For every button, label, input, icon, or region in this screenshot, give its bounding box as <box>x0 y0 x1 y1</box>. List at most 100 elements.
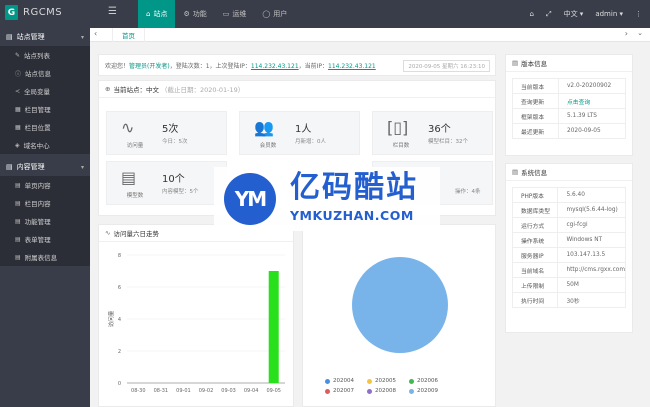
version-info-title: 版本信息 <box>521 60 548 68</box>
tab-forward-button[interactable]: › <box>625 29 628 38</box>
info-key: 上传限制 <box>511 277 559 293</box>
sidebar-item-icon: ≺ <box>15 87 21 95</box>
app-logo[interactable]: G RGCMS <box>5 5 62 20</box>
topnav-label: 运维 <box>232 10 247 18</box>
legend-dot <box>409 388 414 394</box>
topnav-4[interactable]: ◯ 用户 <box>254 0 295 28</box>
top-bar: G RGCMS ☰ ⌂ 站点 ⚙ 功能 ▭ 运维 ◯ 用户 ⌂ ⤢ 中文 ▾ admin ▾ … <box>0 0 650 28</box>
site-icon: ⊕ <box>105 85 111 93</box>
info-row: 当前版本 v2.0-20200902 <box>512 78 626 94</box>
sidebar-item-label: 表单管理 <box>24 236 51 244</box>
x-tick-label: 09-01 <box>176 388 191 394</box>
stats-title: 当前站点：中文 <box>113 86 159 94</box>
legend-item[interactable]: 202009 <box>409 386 451 396</box>
sidebar-item[interactable]: ▦ 栏目位置 <box>0 118 90 136</box>
current-ip[interactable]: 114.232.43.121 <box>328 63 376 70</box>
sidebar-item-label: 栏目内容 <box>24 200 51 208</box>
x-tick-label: 09-03 <box>221 388 236 394</box>
legend-label: 202005 <box>375 378 396 384</box>
legend-item[interactable]: 202008 <box>367 386 409 396</box>
legend-item[interactable]: 202006 <box>409 376 451 386</box>
info-key: 运行方式 <box>511 217 559 233</box>
sidebar-item[interactable]: ▤ 功能管理 <box>0 212 90 230</box>
info-key: 执行时间 <box>511 292 559 308</box>
sidebar-item-label: 单页内容 <box>24 182 51 190</box>
sidebar-group[interactable]: ▤ 内容管理 ▾ <box>0 158 90 176</box>
stat-sub: 操作：4条 <box>455 189 481 195</box>
sidebar-item[interactable]: ▤ 附属表信息 <box>0 248 90 266</box>
welcome-text: 欢迎您！管理员(开发者)，登陆次数：1，上次登陆IP：114.232.43.12… <box>105 61 376 70</box>
info-row: 服务器IP 103.147.13.5 <box>511 247 626 263</box>
tab-back-button[interactable]: ‹ <box>94 29 97 38</box>
menu-toggle-icon[interactable]: ☰ <box>108 7 118 17</box>
stat-sub: 今日：5次 <box>162 139 188 145</box>
stat-sub: 月新增：0人 <box>295 139 326 145</box>
y-axis-label: 访问量 <box>107 310 115 327</box>
tab-dropdown-button[interactable]: ⌄ <box>637 29 643 37</box>
legend-item[interactable]: 202007 <box>325 386 367 396</box>
user-menu[interactable]: admin ▾ <box>595 10 623 18</box>
sidebar-group-icon: ▤ <box>6 33 13 41</box>
stat-value: 1人 <box>295 124 312 135</box>
info-row: 执行时间 30秒 <box>511 292 626 308</box>
topnav-3[interactable]: ▭ 运维 <box>215 0 255 28</box>
legend-item[interactable]: 202004 <box>325 376 367 386</box>
sidebar-item[interactable]: ◈ 域名中心 <box>0 136 90 154</box>
legend-dot <box>367 378 372 384</box>
system-info-title: 系统信息 <box>521 169 548 177</box>
sidebar-item[interactable]: ▦ 栏目管理 <box>0 100 90 118</box>
info-row: 上传限制 50M <box>511 277 626 293</box>
sidebar-item-icon: ✎ <box>15 51 21 59</box>
logo-mark: G <box>5 5 18 20</box>
pie-slice <box>352 257 448 353</box>
stat-sub: 模型栏目：32个 <box>428 139 468 145</box>
sidebar-item[interactable]: ⓘ 站点信息 <box>0 64 90 82</box>
topnav-icon: ⚙ <box>183 10 190 18</box>
system-info-header: ▤ 系统信息 <box>506 164 632 181</box>
pie-chart <box>352 257 448 353</box>
sidebar-item[interactable]: ▤ 表单管理 <box>0 230 90 248</box>
bar <box>268 271 279 383</box>
y-tick-label: 0 <box>118 381 121 387</box>
sidebar-item-label: 附属表信息 <box>24 254 58 262</box>
last-login-ip[interactable]: 114.232.43.121 <box>251 63 299 70</box>
fullscreen-icon[interactable]: ⤢ <box>546 10 552 19</box>
info-value[interactable]: 点击查询 <box>558 93 626 109</box>
sidebar-item[interactable]: ≺ 全局变量 <box>0 82 90 100</box>
sidebar-group[interactable]: ▤ 站点管理 ▾ <box>0 28 90 46</box>
stat-label: 会员数 <box>259 143 277 149</box>
sidebar-item[interactable]: ▤ 栏目内容 <box>0 194 90 212</box>
topnav-1[interactable]: ⌂ 站点 <box>138 0 176 28</box>
stat-icon: ▤ <box>121 168 137 187</box>
check-update-link[interactable]: 点击查询 <box>567 100 590 106</box>
tab-home[interactable]: 首页 <box>112 28 145 42</box>
welcome-mid2: ，当前IP： <box>298 63 329 70</box>
info-row: 查询更新 点击查询 <box>512 93 626 109</box>
pie-legend: 202004 202005 202006 202007 202008 202009 <box>325 376 475 396</box>
more-icon[interactable]: ⋮ <box>635 10 642 18</box>
welcome-prefix: 欢迎您！ <box>105 63 130 70</box>
sidebar-item-label: 站点列表 <box>24 52 51 60</box>
info-value: 30秒 <box>557 292 626 308</box>
topnav-label: 站点 <box>153 10 168 18</box>
sidebar: ▤ 站点管理 ▾ ✎ 站点列表 ⓘ 站点信息 ≺ 全局变量 ▦ 栏目管理 ▦ 栏目位置 ◈ 域名中心 ▤ 内容管… <box>0 28 90 407</box>
sidebar-item-label: 域名中心 <box>23 142 50 150</box>
version-info-header: ▤ 版本信息 <box>506 55 632 72</box>
welcome-panel: 欢迎您！管理员(开发者)，登陆次数：1，上次登陆IP：114.232.43.12… <box>98 54 496 76</box>
info-value: 5.1.39 LTS <box>558 108 626 124</box>
sidebar-item-icon: ⓘ <box>15 70 22 78</box>
home-icon[interactable]: ⌂ <box>530 10 534 18</box>
sidebar-item[interactable]: ▤ 单页内容 <box>0 176 90 194</box>
topnav-2[interactable]: ⚙ 功能 <box>175 0 214 28</box>
legend-item[interactable]: 202005 <box>367 376 409 386</box>
info-row: PHP版本 5.6.40 <box>511 187 626 203</box>
language-select[interactable]: 中文 ▾ <box>564 9 584 19</box>
legend-label: 202004 <box>333 378 354 384</box>
sidebar-item[interactable]: ✎ 站点列表 <box>0 46 90 64</box>
x-tick-label: 09-04 <box>244 388 259 394</box>
trend-icon: ∿ <box>105 229 111 237</box>
topnav-icon: ▭ <box>222 10 230 18</box>
visit-trend-panel: ∿ 访问量六日走势 0 2 4 6 8 访问量 08-30 08-31 09-01 09-02 09… <box>98 224 294 407</box>
info-key: 数据库类型 <box>511 202 559 218</box>
y-tick-label: 2 <box>118 349 121 355</box>
